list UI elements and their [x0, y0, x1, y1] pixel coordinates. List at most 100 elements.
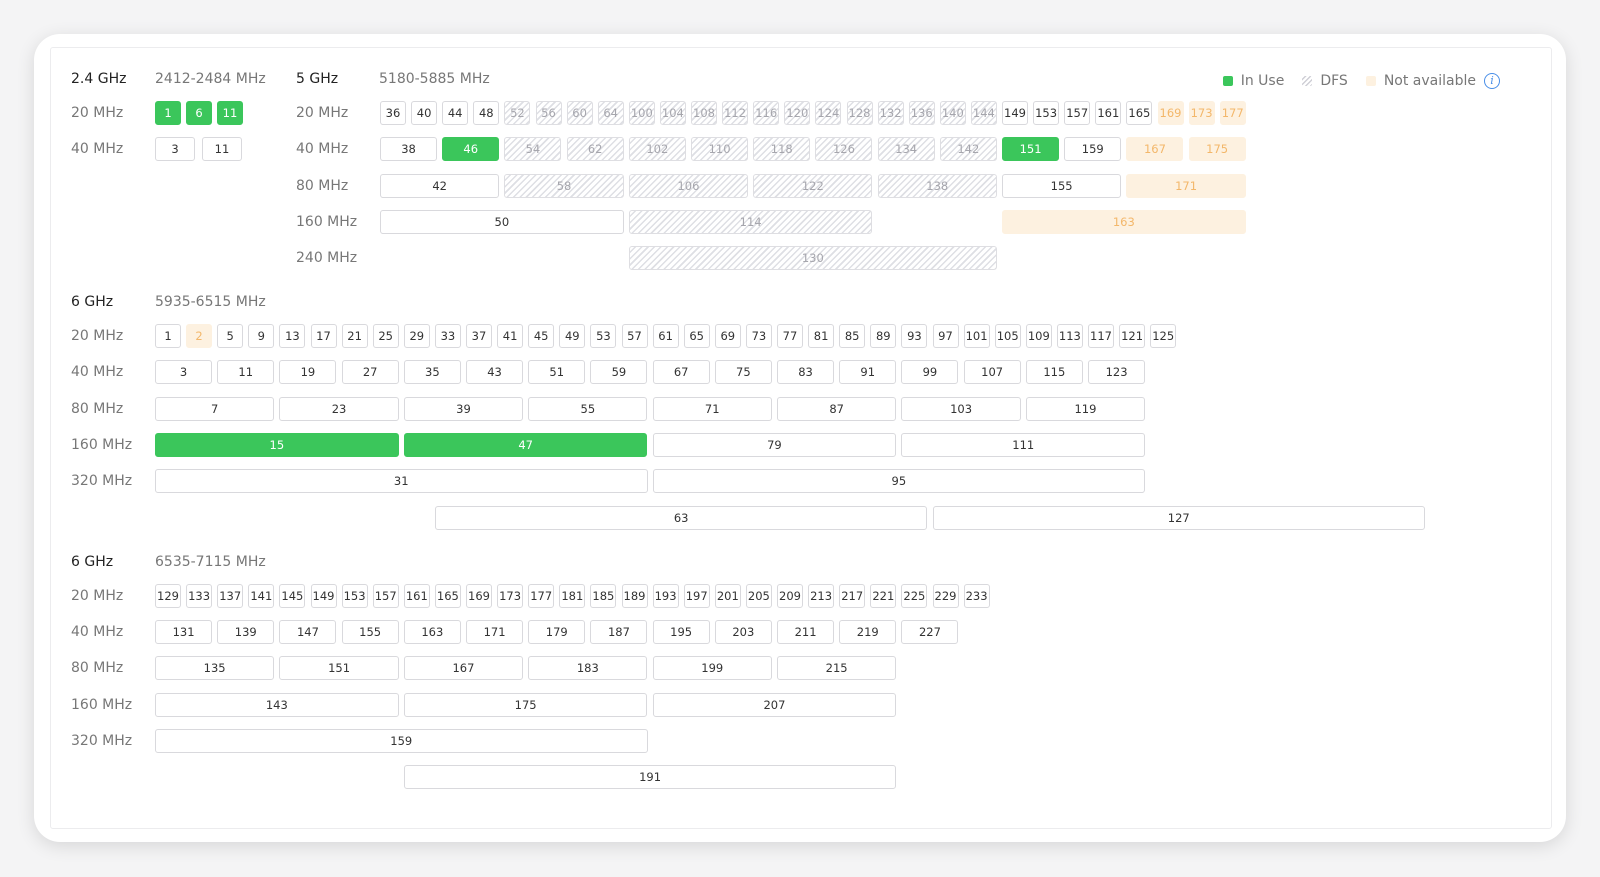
- channel-chip[interactable]: 9: [248, 324, 275, 348]
- channel-chip[interactable]: 77: [777, 324, 803, 348]
- channel-chip[interactable]: 31: [155, 469, 648, 493]
- channel-chip[interactable]: 44: [442, 101, 469, 125]
- channel-chip[interactable]: 112: [722, 101, 749, 125]
- channel-chip[interactable]: 217: [839, 584, 866, 608]
- channel-chip[interactable]: 155: [341, 620, 399, 644]
- channel-chip[interactable]: 25: [372, 324, 399, 348]
- channel-chip[interactable]: 129: [155, 584, 181, 608]
- channel-chip[interactable]: 159: [1064, 137, 1122, 161]
- channel-chip[interactable]: 157: [372, 584, 399, 608]
- channel-chip[interactable]: 71: [652, 397, 772, 421]
- channel-chip[interactable]: 41: [497, 324, 524, 348]
- channel-chip[interactable]: 53: [590, 324, 617, 348]
- channel-chip[interactable]: 128: [846, 101, 873, 125]
- channel-chip[interactable]: 173: [497, 584, 524, 608]
- channel-chip[interactable]: 132: [877, 101, 904, 125]
- channel-chip[interactable]: 81: [808, 324, 835, 348]
- channel-chip[interactable]: 151: [279, 656, 399, 680]
- channel-chip[interactable]: 67: [652, 360, 710, 384]
- channel-chip[interactable]: 211: [777, 620, 835, 644]
- channel-chip[interactable]: 106: [628, 174, 749, 198]
- channel-chip[interactable]: 2: [186, 324, 213, 348]
- channel-chip[interactable]: 179: [528, 620, 586, 644]
- channel-chip[interactable]: 163: [403, 620, 461, 644]
- channel-chip[interactable]: 61: [652, 324, 679, 348]
- channel-chip[interactable]: 7: [155, 397, 275, 421]
- channel-chip[interactable]: 103: [901, 397, 1021, 421]
- channel-chip[interactable]: 144: [970, 101, 997, 125]
- channel-chip[interactable]: 138: [877, 174, 997, 198]
- channel-chip[interactable]: 169: [466, 584, 492, 608]
- channel-chip[interactable]: 58: [504, 174, 624, 198]
- channel-chip[interactable]: 89: [870, 324, 897, 348]
- channel-chip[interactable]: 201: [714, 584, 741, 608]
- channel-chip[interactable]: 1: [155, 324, 181, 348]
- channel-chip[interactable]: 47: [403, 433, 648, 457]
- channel-chip[interactable]: 38: [380, 137, 438, 161]
- channel-chip[interactable]: 63: [434, 506, 928, 530]
- channel-chip[interactable]: 130: [628, 246, 997, 270]
- channel-chip[interactable]: 171: [466, 620, 524, 644]
- channel-chip[interactable]: 101: [963, 324, 990, 348]
- channel-chip[interactable]: 124: [815, 101, 842, 125]
- channel-chip[interactable]: 108: [691, 101, 717, 125]
- channel-chip[interactable]: 95: [652, 469, 1146, 493]
- channel-chip[interactable]: 175: [403, 693, 648, 717]
- channel-chip[interactable]: 131: [155, 620, 213, 644]
- channel-chip[interactable]: 50: [380, 210, 624, 234]
- channel-chip[interactable]: 229: [932, 584, 959, 608]
- channel-chip[interactable]: 161: [403, 584, 430, 608]
- channel-chip[interactable]: 203: [714, 620, 772, 644]
- channel-chip[interactable]: 183: [528, 656, 648, 680]
- channel-chip[interactable]: 19: [279, 360, 337, 384]
- channel-chip[interactable]: 163: [1002, 210, 1246, 234]
- channel-chip[interactable]: 111: [901, 433, 1146, 457]
- channel-chip[interactable]: 139: [217, 620, 275, 644]
- channel-chip[interactable]: 120: [784, 101, 811, 125]
- channel-chip[interactable]: 51: [528, 360, 586, 384]
- channel-chip[interactable]: 69: [714, 324, 741, 348]
- channel-chip[interactable]: 126: [815, 137, 873, 161]
- channel-chip[interactable]: 187: [590, 620, 648, 644]
- channel-chip[interactable]: 48: [473, 101, 500, 125]
- channel-chip[interactable]: 39: [403, 397, 524, 421]
- channel-chip[interactable]: 165: [434, 584, 461, 608]
- channel-chip[interactable]: 6: [186, 101, 212, 125]
- channel-chip[interactable]: 189: [621, 584, 648, 608]
- channel-chip[interactable]: 153: [341, 584, 368, 608]
- channel-chip[interactable]: 1: [155, 101, 181, 125]
- channel-chip[interactable]: 102: [628, 137, 686, 161]
- channel-chip[interactable]: 142: [939, 137, 997, 161]
- channel-chip[interactable]: 199: [652, 656, 772, 680]
- info-icon[interactable]: i: [1484, 73, 1500, 89]
- channel-chip[interactable]: 117: [1088, 324, 1114, 348]
- channel-chip[interactable]: 109: [1025, 324, 1052, 348]
- channel-chip[interactable]: 149: [310, 584, 337, 608]
- channel-chip[interactable]: 113: [1056, 324, 1083, 348]
- channel-chip[interactable]: 56: [535, 101, 562, 125]
- channel-chip[interactable]: 122: [753, 174, 873, 198]
- channel-chip[interactable]: 135: [155, 656, 275, 680]
- channel-chip[interactable]: 36: [380, 101, 406, 125]
- channel-chip[interactable]: 133: [186, 584, 213, 608]
- channel-chip[interactable]: 49: [559, 324, 586, 348]
- channel-chip[interactable]: 107: [963, 360, 1021, 384]
- channel-chip[interactable]: 64: [597, 101, 624, 125]
- channel-chip[interactable]: 62: [566, 137, 624, 161]
- channel-chip[interactable]: 119: [1025, 397, 1146, 421]
- channel-chip[interactable]: 75: [714, 360, 772, 384]
- channel-chip[interactable]: 85: [839, 324, 866, 348]
- channel-chip[interactable]: 55: [528, 397, 648, 421]
- channel-chip[interactable]: 60: [566, 101, 593, 125]
- channel-chip[interactable]: 118: [753, 137, 811, 161]
- channel-chip[interactable]: 143: [155, 693, 399, 717]
- channel-chip[interactable]: 35: [403, 360, 461, 384]
- channel-chip[interactable]: 157: [1064, 101, 1091, 125]
- channel-chip[interactable]: 191: [403, 765, 897, 789]
- channel-chip[interactable]: 17: [310, 324, 337, 348]
- channel-chip[interactable]: 134: [877, 137, 935, 161]
- channel-chip[interactable]: 127: [932, 506, 1425, 530]
- channel-chip[interactable]: 177: [1219, 101, 1246, 125]
- channel-chip[interactable]: 46: [442, 137, 500, 161]
- channel-chip[interactable]: 181: [559, 584, 586, 608]
